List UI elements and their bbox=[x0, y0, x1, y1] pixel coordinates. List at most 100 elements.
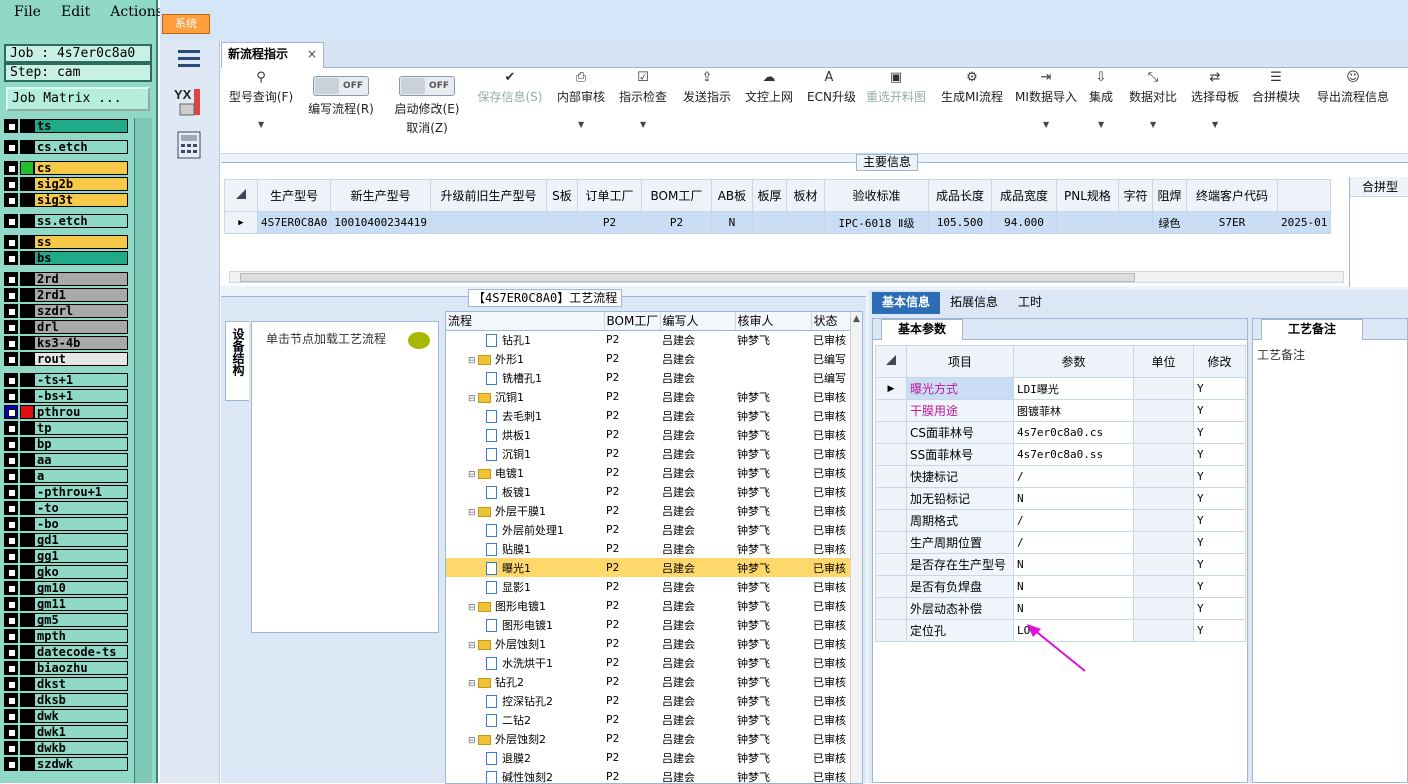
chevron-down-icon[interactable]: ▼ bbox=[1150, 120, 1156, 129]
process-node[interactable]: 退膜2 bbox=[446, 748, 604, 767]
param-row[interactable]: CS面菲林号 4s7er0c8a0.cs Y bbox=[875, 421, 1246, 444]
process-scrollbar[interactable]: ▲ bbox=[850, 312, 862, 783]
column-header[interactable]: 成品长度 bbox=[927, 179, 992, 212]
column-header[interactable]: 板厚 bbox=[751, 179, 787, 212]
column-header[interactable]: 编写人 bbox=[660, 312, 736, 331]
detail-tab-1[interactable]: 拓展信息 bbox=[940, 292, 1008, 314]
close-icon[interactable]: × bbox=[307, 43, 317, 65]
toggle-switch[interactable]: OFF bbox=[399, 76, 455, 96]
param-unit[interactable] bbox=[1133, 597, 1194, 620]
menu-actions[interactable]: Actions bbox=[110, 4, 163, 40]
param-modify[interactable]: Y bbox=[1193, 597, 1246, 620]
toolbar-button-9[interactable]: ▣ 重选开料图 bbox=[863, 70, 929, 105]
job-matrix-button[interactable]: Job Matrix ... bbox=[6, 87, 150, 111]
toolbar-button-11[interactable]: ⇥ MI数据导入 bbox=[1013, 70, 1079, 105]
param-unit[interactable] bbox=[1133, 399, 1194, 422]
detail-tab-0[interactable]: 基本信息 bbox=[872, 292, 941, 314]
scroll-up-icon[interactable]: ▲ bbox=[853, 314, 860, 324]
process-node[interactable]: ⊟ 外层干膜1 bbox=[446, 501, 604, 520]
param-unit[interactable] bbox=[1133, 509, 1194, 532]
process-row[interactable]: ⊟ 外层蚀刻1 P2 吕建会 钟梦飞 已审核 bbox=[446, 634, 851, 653]
column-header[interactable]: 升级前旧生产型号 bbox=[429, 179, 547, 212]
collapse-icon[interactable]: ⊟ bbox=[468, 679, 478, 689]
layer-row[interactable]: rout bbox=[4, 351, 128, 367]
process-node[interactable]: ⊟ 图形电镀1 bbox=[446, 596, 604, 615]
table-cell[interactable] bbox=[1055, 211, 1119, 234]
param-modify[interactable]: Y bbox=[1193, 399, 1246, 422]
table-cell[interactable]: IPC-6018 Ⅱ级 bbox=[823, 211, 929, 234]
process-node[interactable]: 图形电镀1 bbox=[446, 615, 604, 634]
row-selector[interactable] bbox=[875, 487, 907, 510]
column-header[interactable]: 验收标准 bbox=[823, 179, 929, 212]
collapse-icon[interactable]: ⊟ bbox=[468, 394, 478, 404]
layer-row[interactable]: -ts+1 bbox=[4, 372, 128, 388]
param-value[interactable]: 4s7er0c8a0.cs bbox=[1013, 421, 1134, 444]
param-row[interactable]: 加无铅标记 N Y bbox=[875, 487, 1246, 510]
toolbar-button-6[interactable]: ⇪ 发送指示 bbox=[681, 70, 733, 105]
process-row[interactable]: 外层前处理1 P2 吕建会 钟梦飞 已审核 bbox=[446, 520, 851, 539]
table-cell[interactable] bbox=[785, 211, 825, 234]
layer-checkbox[interactable] bbox=[4, 693, 18, 707]
process-row[interactable]: 钻孔1 P2 吕建会 钟梦飞 已审核 bbox=[446, 330, 851, 349]
param-modify[interactable]: Y bbox=[1193, 487, 1246, 510]
column-header[interactable]: 状态 bbox=[811, 312, 852, 331]
table-cell[interactable]: S7ER bbox=[1185, 211, 1278, 234]
param-value[interactable]: LDI曝光 bbox=[1013, 377, 1134, 400]
row-selector[interactable] bbox=[875, 619, 907, 642]
column-header[interactable]: 生产型号 bbox=[256, 179, 332, 212]
process-row[interactable]: 显影1 P2 吕建会 钟梦飞 已审核 bbox=[446, 577, 851, 596]
toolbar-button-0[interactable]: ⚲ 型号查询(F) bbox=[225, 70, 297, 105]
column-header[interactable]: 修改 bbox=[1193, 345, 1246, 378]
process-node[interactable]: ⊟ 外层蚀刻2 bbox=[446, 729, 604, 748]
process-row[interactable]: ⊟ 图形电镀1 P2 吕建会 钟梦飞 已审核 bbox=[446, 596, 851, 615]
layer-row[interactable]: bp bbox=[4, 436, 128, 452]
param-row[interactable]: ▶ 曝光方式 LDI曝光 Y bbox=[875, 377, 1246, 400]
process-node[interactable]: ⊟ 外层蚀刻1 bbox=[446, 634, 604, 653]
table-cell[interactable]: 105.500 bbox=[927, 211, 992, 234]
column-header[interactable]: 字符 bbox=[1117, 179, 1153, 212]
table-cell[interactable] bbox=[1117, 211, 1153, 234]
chevron-down-icon[interactable]: ▼ bbox=[1043, 120, 1049, 129]
row-selector[interactable] bbox=[875, 443, 907, 466]
process-row[interactable]: ⊟ 电镀1 P2 吕建会 钟梦飞 已审核 bbox=[446, 463, 851, 482]
process-row[interactable]: 烘板1 P2 吕建会 钟梦飞 已审核 bbox=[446, 425, 851, 444]
process-row[interactable]: 图形电镀1 P2 吕建会 钟梦飞 已审核 bbox=[446, 615, 851, 634]
layer-row[interactable]: dwk bbox=[4, 708, 128, 724]
toolbar-button-16[interactable]: ☺ 导出流程信息 bbox=[1315, 70, 1391, 105]
layer-row[interactable]: szdwk bbox=[4, 756, 128, 772]
column-header[interactable]: AB板 bbox=[710, 179, 753, 212]
toolbar-button-7[interactable]: ☁ 文控上网 bbox=[743, 70, 795, 105]
param-unit[interactable] bbox=[1133, 443, 1194, 466]
layer-row[interactable]: datecode-ts bbox=[4, 644, 128, 660]
layer-checkbox[interactable] bbox=[4, 320, 18, 334]
param-unit[interactable] bbox=[1133, 575, 1194, 598]
layer-row[interactable]: cs bbox=[4, 160, 128, 176]
column-header[interactable]: 参数 bbox=[1013, 345, 1134, 378]
layer-row[interactable]: -pthrou+1 bbox=[4, 484, 128, 500]
chevron-down-icon[interactable]: ▼ bbox=[640, 120, 646, 129]
process-row[interactable]: 二钻2 P2 吕建会 钟梦飞 已审核 bbox=[446, 710, 851, 729]
layer-row[interactable]: szdrl bbox=[4, 303, 128, 319]
process-node[interactable]: ⊟ 外形1 bbox=[446, 349, 604, 368]
layer-row[interactable]: ts bbox=[4, 118, 128, 134]
param-row[interactable]: 周期格式 / Y bbox=[875, 509, 1246, 532]
process-node[interactable]: 去毛刺1 bbox=[446, 406, 604, 425]
row-selector[interactable] bbox=[875, 553, 907, 576]
table-cell[interactable]: N bbox=[710, 211, 753, 234]
param-row[interactable]: 是否有负焊盘 N Y bbox=[875, 575, 1246, 598]
table-cell[interactable] bbox=[545, 211, 578, 234]
param-modify[interactable]: Y bbox=[1193, 377, 1246, 400]
chevron-down-icon[interactable]: ▼ bbox=[578, 120, 584, 129]
process-node[interactable]: 板镀1 bbox=[446, 482, 604, 501]
layer-row[interactable]: gd1 bbox=[4, 532, 128, 548]
layer-checkbox[interactable] bbox=[4, 437, 18, 451]
layer-row[interactable]: -bo bbox=[4, 516, 128, 532]
layer-row[interactable]: sig2b bbox=[4, 176, 128, 192]
layer-checkbox[interactable] bbox=[4, 725, 18, 739]
param-value[interactable]: / bbox=[1013, 509, 1134, 532]
row-selector[interactable] bbox=[875, 575, 907, 598]
layer-row[interactable]: pthrou bbox=[4, 404, 128, 420]
column-header[interactable]: 板材 bbox=[785, 179, 825, 212]
row-selector[interactable] bbox=[875, 531, 907, 554]
layer-checkbox[interactable] bbox=[4, 193, 18, 207]
